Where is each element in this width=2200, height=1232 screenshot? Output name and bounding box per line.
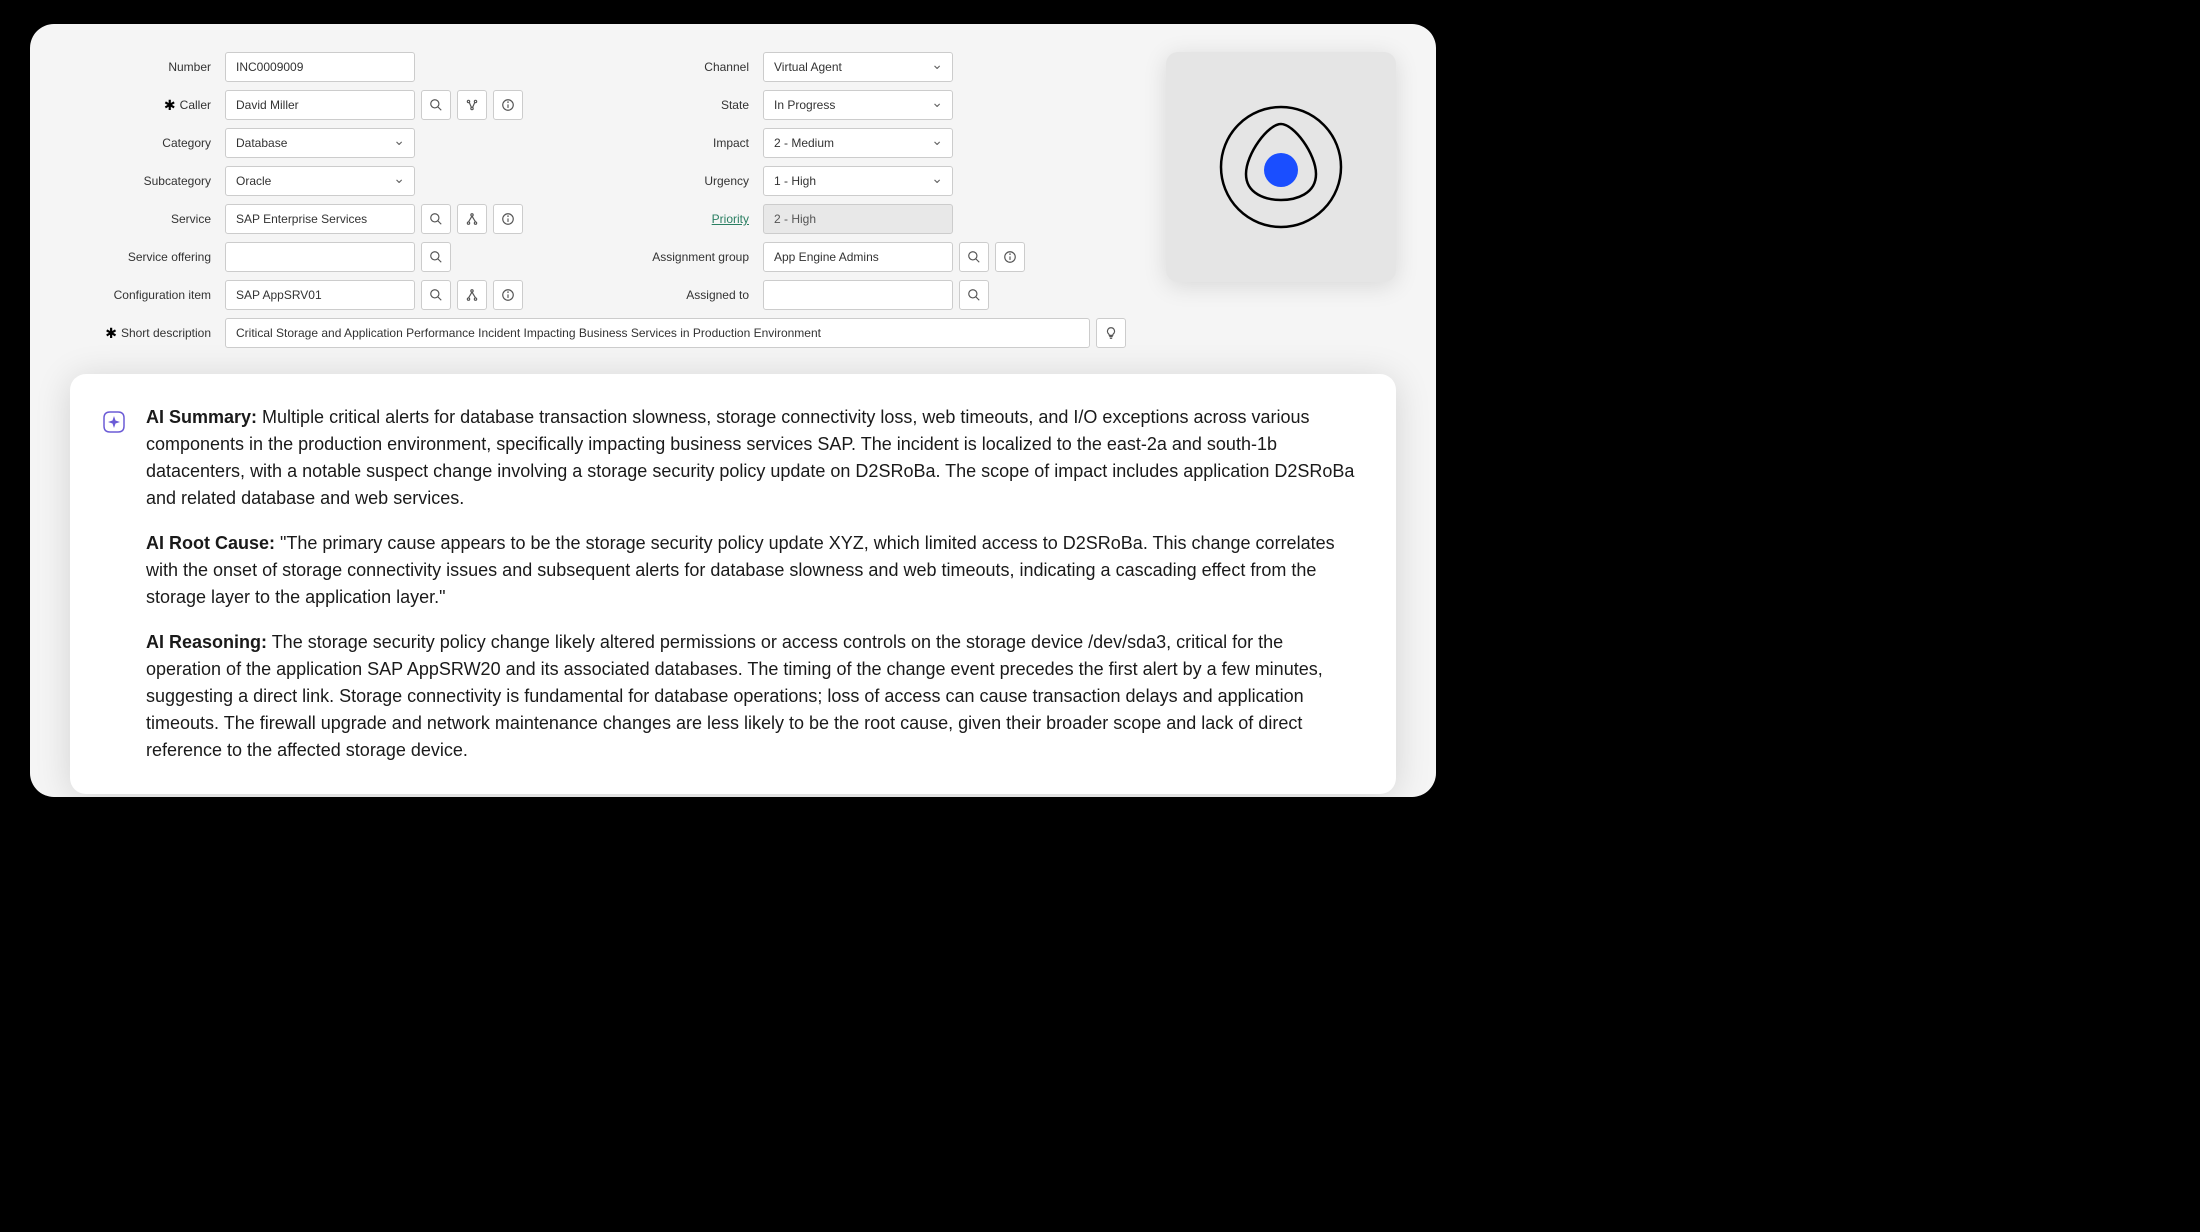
search-icon xyxy=(429,250,443,264)
label-priority[interactable]: Priority xyxy=(608,212,763,226)
caller-lookup-button[interactable] xyxy=(421,90,451,120)
label-state: State xyxy=(608,98,763,112)
ai-rootcause-text: "The primary cause appears to be the sto… xyxy=(146,533,1335,607)
label-short-description: ✱ Short description xyxy=(70,325,225,342)
row-channel: Channel xyxy=(608,52,1126,82)
service-offering-input[interactable] xyxy=(225,242,415,272)
ai-reasoning-text: The storage security policy change likel… xyxy=(146,632,1323,760)
row-category: Category xyxy=(70,128,588,158)
info-icon xyxy=(501,288,515,302)
form-area: Number ✱ Caller xyxy=(70,52,1396,348)
label-channel: Channel xyxy=(608,60,763,74)
short-description-suggest-button[interactable] xyxy=(1096,318,1126,348)
form-right-column: Channel State Impact Urgency Priority xyxy=(608,52,1126,318)
category-select[interactable] xyxy=(225,128,415,158)
caller-related-button[interactable] xyxy=(457,90,487,120)
tree-icon xyxy=(465,288,479,302)
service-lookup-button[interactable] xyxy=(421,204,451,234)
row-short-description: ✱ Short description xyxy=(70,318,1126,348)
search-icon xyxy=(429,98,443,112)
caller-info-button[interactable] xyxy=(493,90,523,120)
state-select[interactable] xyxy=(763,90,953,120)
priority-field: 2 - High xyxy=(763,204,953,234)
info-icon xyxy=(501,212,515,226)
ci-lookup-button[interactable] xyxy=(421,280,451,310)
service-tree-button[interactable] xyxy=(457,204,487,234)
caller-input[interactable] xyxy=(225,90,415,120)
search-icon xyxy=(967,250,981,264)
channel-select[interactable] xyxy=(763,52,953,82)
form-columns: Number ✱ Caller xyxy=(70,52,1126,318)
required-icon: ✱ xyxy=(164,97,176,114)
label-assigned-to: Assigned to xyxy=(608,288,763,302)
info-icon xyxy=(1003,250,1017,264)
row-service: Service xyxy=(70,204,588,234)
ai-reasoning-block: AI Reasoning: The storage security polic… xyxy=(146,629,1356,764)
label-service-offering: Service offering xyxy=(70,250,225,264)
tree-icon xyxy=(465,212,479,226)
assigned-to-input[interactable] xyxy=(763,280,953,310)
ci-tree-button[interactable] xyxy=(457,280,487,310)
info-icon xyxy=(501,98,515,112)
assignment-group-lookup-button[interactable] xyxy=(959,242,989,272)
urgency-select[interactable] xyxy=(763,166,953,196)
assigned-to-lookup-button[interactable] xyxy=(959,280,989,310)
search-icon xyxy=(429,288,443,302)
row-priority: Priority 2 - High xyxy=(608,204,1126,234)
related-icon xyxy=(465,98,479,112)
label-subcategory: Subcategory xyxy=(70,174,225,188)
row-state: State xyxy=(608,90,1126,120)
ai-rootcause-label: AI Root Cause: xyxy=(146,533,275,553)
label-category: Category xyxy=(70,136,225,150)
label-configuration-item: Configuration item xyxy=(70,288,225,302)
main-card: Number ✱ Caller xyxy=(30,24,1436,797)
label-number: Number xyxy=(70,60,225,74)
assignment-group-info-button[interactable] xyxy=(995,242,1025,272)
row-urgency: Urgency xyxy=(608,166,1126,196)
ai-summary-text: Multiple critical alerts for database tr… xyxy=(146,407,1354,508)
brand-logo-card xyxy=(1166,52,1396,282)
number-input[interactable] xyxy=(225,52,415,82)
row-impact: Impact xyxy=(608,128,1126,158)
impact-select[interactable] xyxy=(763,128,953,158)
form-left-column: Number ✱ Caller xyxy=(70,52,588,318)
ai-body: AI Summary: Multiple critical alerts for… xyxy=(146,404,1356,764)
search-icon xyxy=(967,288,981,302)
row-caller: ✱ Caller xyxy=(70,90,588,120)
ai-sparkle-icon xyxy=(100,408,128,764)
row-subcategory: Subcategory xyxy=(70,166,588,196)
row-configuration-item: Configuration item xyxy=(70,280,588,310)
row-assignment-group: Assignment group xyxy=(608,242,1126,272)
ai-summary-card: AI Summary: Multiple critical alerts for… xyxy=(70,374,1396,794)
brand-logo-icon xyxy=(1216,102,1346,232)
assignment-group-input[interactable] xyxy=(763,242,953,272)
lightbulb-icon xyxy=(1104,326,1118,340)
ai-summary-block: AI Summary: Multiple critical alerts for… xyxy=(146,404,1356,512)
service-offering-lookup-button[interactable] xyxy=(421,242,451,272)
ai-reasoning-label: AI Reasoning: xyxy=(146,632,267,652)
label-caller: ✱ Caller xyxy=(70,97,225,114)
ci-info-button[interactable] xyxy=(493,280,523,310)
row-service-offering: Service offering xyxy=(70,242,588,272)
short-description-input[interactable] xyxy=(225,318,1090,348)
ai-summary-label: AI Summary: xyxy=(146,407,257,427)
label-urgency: Urgency xyxy=(608,174,763,188)
configuration-item-input[interactable] xyxy=(225,280,415,310)
row-number: Number xyxy=(70,52,588,82)
label-service: Service xyxy=(70,212,225,226)
ai-rootcause-block: AI Root Cause: "The primary cause appear… xyxy=(146,530,1356,611)
service-info-button[interactable] xyxy=(493,204,523,234)
row-assigned-to: Assigned to xyxy=(608,280,1126,310)
label-impact: Impact xyxy=(608,136,763,150)
search-icon xyxy=(429,212,443,226)
service-input[interactable] xyxy=(225,204,415,234)
required-icon: ✱ xyxy=(105,325,117,342)
subcategory-select[interactable] xyxy=(225,166,415,196)
label-assignment-group: Assignment group xyxy=(608,250,763,264)
